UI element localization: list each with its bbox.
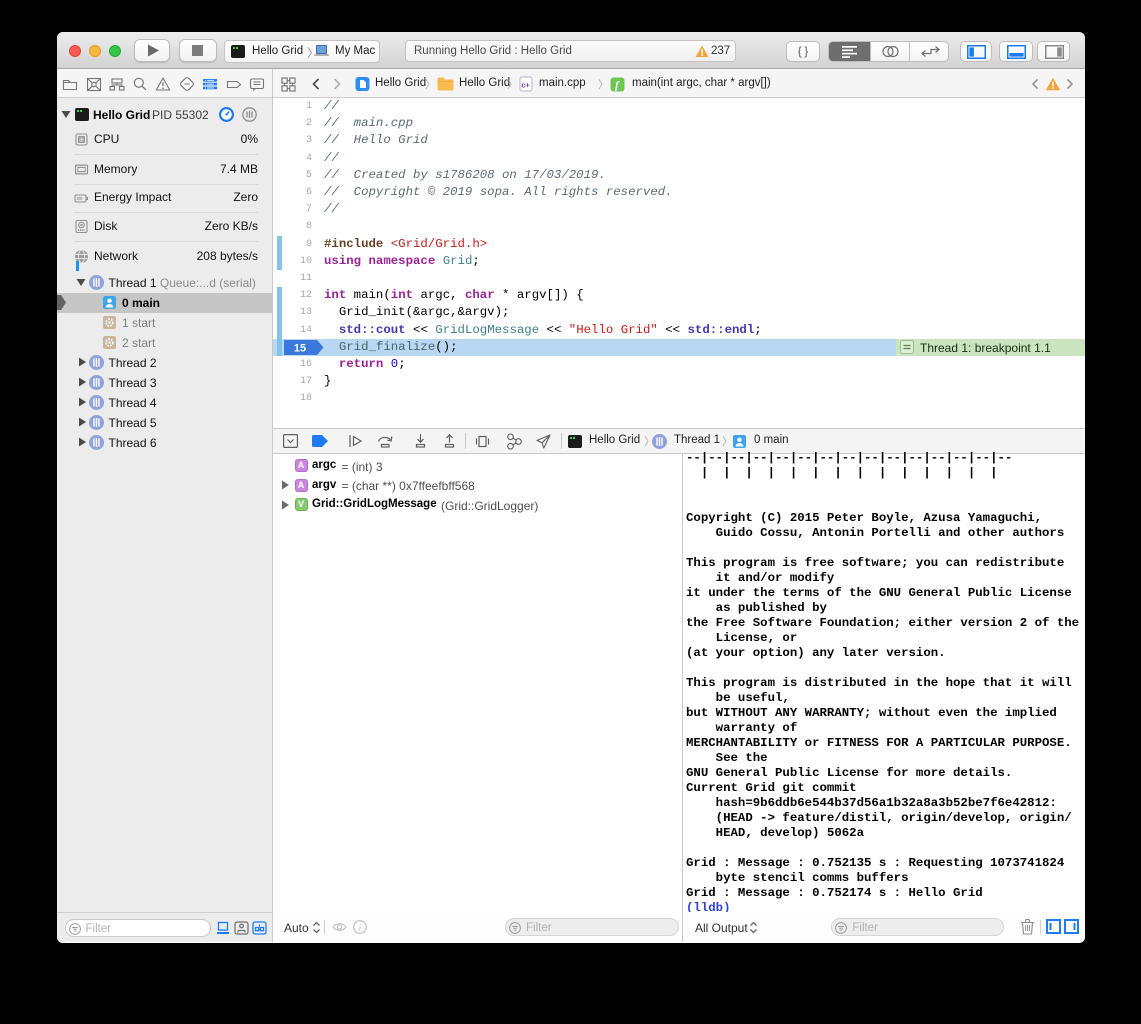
- svg-text:i: i: [359, 922, 362, 932]
- svg-text:c+: c+: [521, 81, 530, 90]
